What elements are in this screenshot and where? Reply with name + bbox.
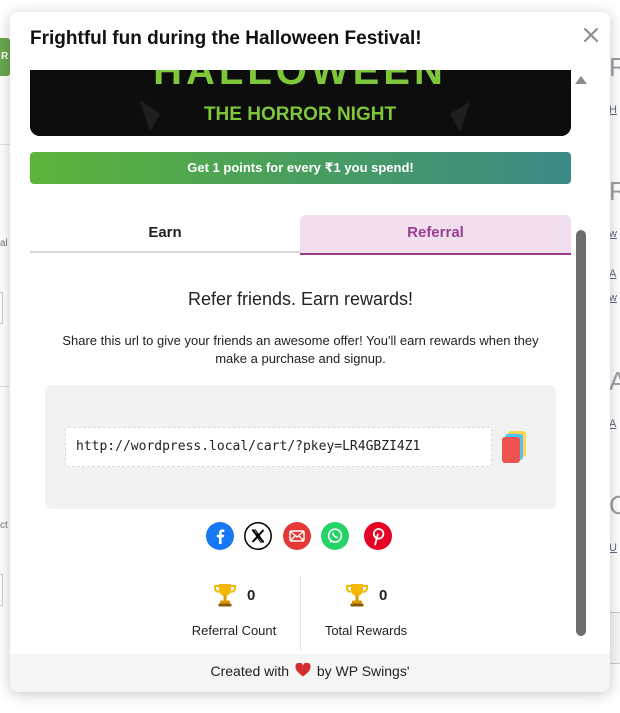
referral-heading: Refer friends. Earn rewards! — [187, 289, 414, 309]
background-button: R — [0, 38, 10, 76]
banner-title: HALLOWEEN — [153, 70, 447, 93]
referral-count-stat: 0 Referral Count — [170, 575, 298, 645]
tab-bar: Earn Referral — [30, 215, 571, 255]
background-divider — [0, 144, 10, 145]
background-field — [0, 292, 3, 324]
loyalty-modal: Frightful fun during the Halloween Festi… — [10, 12, 610, 692]
modal-title: Frightful fun during the Halloween Festi… — [30, 28, 422, 49]
close-icon[interactable] — [578, 22, 604, 48]
tab-referral[interactable]: Referral — [300, 215, 571, 255]
background-divider — [0, 386, 10, 387]
modal-body: HALLOWEEN THE HORROR NIGHT Get 1 points … — [10, 70, 610, 654]
points-info-bar: Get 1 points for every ₹1 you spend! — [30, 152, 571, 184]
banner-subtitle: THE HORROR NIGHT — [204, 104, 397, 125]
background-text: ct — [0, 520, 8, 531]
trophy-icon — [213, 584, 236, 607]
referral-url-field[interactable]: http://wordpress.local/cart/?pkey=LR4GBZ… — [65, 427, 492, 467]
facebook-icon[interactable] — [206, 522, 234, 550]
total-rewards-value: 0 — [379, 586, 388, 604]
modal-footer: Created with by WP Swings' — [10, 654, 610, 692]
referral-description: Share this url to give your friends an a… — [62, 333, 539, 366]
referral-count-value: 0 — [247, 586, 256, 604]
tab-earn[interactable]: Earn — [30, 215, 300, 253]
x-twitter-icon[interactable] — [244, 522, 272, 550]
halloween-banner: HALLOWEEN THE HORROR NIGHT — [30, 70, 571, 136]
copy-icon[interactable] — [498, 429, 530, 465]
pinterest-icon[interactable] — [364, 522, 392, 550]
scrollbar-thumb[interactable] — [576, 230, 586, 636]
referral-count-label: Referral Count — [191, 623, 277, 638]
footer-suffix: by WP Swings' — [316, 663, 410, 679]
stats-divider — [300, 575, 301, 651]
trophy-icon — [345, 584, 368, 607]
heart-icon — [295, 663, 311, 677]
background-field — [0, 574, 3, 606]
referral-stats: 0 Referral Count 0 Total Rewards — [170, 575, 430, 651]
footer-prefix: Created with — [210, 663, 290, 679]
referral-url-panel: http://wordpress.local/cart/?pkey=LR4GBZ… — [45, 385, 556, 509]
modal-header: Frightful fun during the Halloween Festi… — [10, 12, 610, 70]
scroll-up-arrow-icon[interactable] — [575, 76, 587, 84]
total-rewards-label: Total Rewards — [324, 623, 408, 638]
total-rewards-stat: 0 Total Rewards — [302, 575, 430, 645]
background-text: al — [0, 238, 8, 249]
email-icon[interactable] — [283, 522, 311, 550]
whatsapp-icon[interactable] — [321, 522, 349, 550]
